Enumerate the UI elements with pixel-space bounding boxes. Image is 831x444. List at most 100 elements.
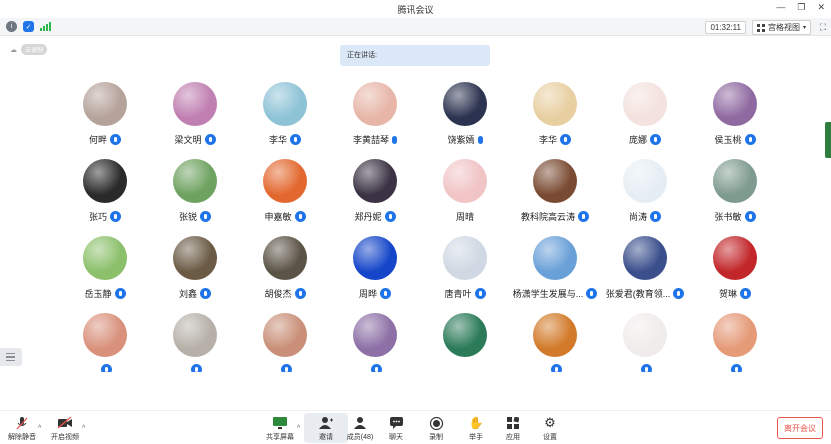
participant-name-line: 李黄喆琴 [330,133,420,146]
microphone-icon [294,288,306,299]
network-signal-icon[interactable] [40,22,51,31]
participant-avatar [623,159,667,203]
participant-name: 周晔 [358,289,377,299]
participant-name-line: 张爱君(教育领... [600,287,690,300]
participant-name-line [600,364,690,372]
settings-button[interactable]: ⚙ 设置 [528,413,572,443]
video-options-chevron-icon[interactable]: ^ [82,425,85,432]
participant-tile[interactable] [60,313,150,372]
participant-name: 申嘉敏 [264,212,292,222]
participant-avatar [353,313,397,357]
participant-tile[interactable]: 唐青叶 [420,236,510,312]
start-video-button[interactable]: 开启视频 [43,413,87,443]
participant-tile[interactable]: 尚涛 [600,159,690,235]
participant-tile[interactable] [150,313,240,372]
microphone-icon [392,135,397,144]
participant-name-line [150,364,240,372]
participant-tile[interactable]: 李华 [240,82,330,158]
participant-tile[interactable]: 胡俊杰 [240,236,330,312]
share-options-chevron-icon[interactable]: ^ [297,425,300,432]
chat-icon [389,416,403,430]
chevron-down-icon: ▾ [802,25,806,31]
participant-avatar [83,236,127,280]
participant-tile[interactable]: 饶紫嫣 [420,82,510,158]
audio-options-chevron-icon[interactable]: ^ [38,425,41,432]
participant-name-line: 贺琳 [690,287,780,300]
participant-tile[interactable]: 岳玉静 [60,236,150,312]
participant-tile[interactable]: 庞娜 [600,82,690,158]
participant-tile[interactable]: 杨潇学生发展与... [510,236,600,312]
participant-tile[interactable] [600,313,690,372]
participant-tile[interactable]: 李华 [510,82,600,158]
participant-tile[interactable]: 张书敏 [690,159,780,235]
participant-tile[interactable]: 贺琳 [690,236,780,312]
info-icon[interactable]: i [6,21,17,32]
participant-avatar [83,159,127,203]
participant-avatar [533,82,577,126]
restore-icon[interactable]: ❐ [797,2,805,13]
hand-icon: ✋ [468,416,484,430]
participant-name-line: 岳玉静 [60,287,150,300]
participant-name-line: 胡俊杰 [240,287,330,300]
leave-meeting-button[interactable]: 离开会议 [777,417,823,439]
participant-name: 梁文明 [174,135,202,145]
participant-avatar [713,313,757,357]
microphone-icon [101,364,112,372]
participant-tile[interactable]: 何畔 [60,82,150,158]
participant-name: 郑丹妮 [354,212,382,222]
microphone-icon [110,211,121,222]
minimize-icon[interactable]: — [776,2,785,13]
participant-tile[interactable]: 申嘉敏 [240,159,330,235]
participant-tile[interactable] [420,313,510,372]
participant-tile[interactable]: 李黄喆琴 [330,82,420,158]
side-panel-handle[interactable] [825,122,831,158]
participant-tile[interactable]: 侯玉桃 [690,82,780,158]
top-toolbar: i ✓ 01:32:11 宫格视图 ▾ ⛶ [0,18,831,36]
participant-name: 庞娜 [628,135,647,145]
participant-name: 张锐 [178,212,197,222]
participant-tile[interactable] [510,313,600,372]
chat-button[interactable]: 聊天 [374,413,418,443]
participant-tile[interactable]: 张锐 [150,159,240,235]
microphone-icon [578,211,589,222]
participant-tile[interactable]: 张巧 [60,159,150,235]
participant-avatar [173,313,217,357]
invite-icon [319,416,333,430]
participant-name-line: 周晔 [330,287,420,300]
window-title: 腾讯会议 [397,4,434,15]
microphone-icon [477,135,483,144]
record-button[interactable]: 录制 [414,413,458,443]
grid-view-icon [756,23,765,32]
microphone-icon [204,134,216,145]
share-screen-label: 共享屏幕 [266,434,294,441]
close-icon[interactable]: ✕ [817,2,825,13]
participant-tile[interactable] [690,313,780,372]
shield-icon[interactable]: ✓ [23,21,34,32]
microphone-icon [641,364,652,372]
participant-tile[interactable]: 教科院高云涛 [510,159,600,235]
participant-tile[interactable] [330,313,420,372]
participant-avatar [173,82,217,126]
share-screen-button[interactable]: 共享屏幕 [258,413,302,443]
view-mode-button[interactable]: 宫格视图 ▾ [751,20,811,35]
fullscreen-icon[interactable]: ⛶ [820,22,826,33]
participant-tile[interactable]: 周晔 [330,236,420,312]
members-icon [353,416,367,430]
microphone-icon [744,134,756,145]
list-toggle-button[interactable] [0,348,22,366]
participant-tile[interactable]: 刘鑫 [150,236,240,312]
microphone-icon [294,211,306,222]
participant-avatar [173,159,217,203]
participant-tile[interactable]: 张爱君(教育领... [600,236,690,312]
participant-name: 周晴 [455,212,474,222]
participant-tile[interactable] [240,313,330,372]
participant-name-line: 刘鑫 [150,287,240,300]
participant-name-line: 申嘉敏 [240,210,330,223]
participant-tile[interactable]: 周晴 [420,159,510,235]
participant-tile[interactable]: 梁文明 [150,82,240,158]
participant-name-line: 唐青叶 [420,287,510,300]
participant-tile[interactable]: 郑丹妮 [330,159,420,235]
participant-name: 李华 [268,135,287,145]
window-controls: — ❐ ✕ [776,2,825,13]
microphone-icon [200,288,211,299]
